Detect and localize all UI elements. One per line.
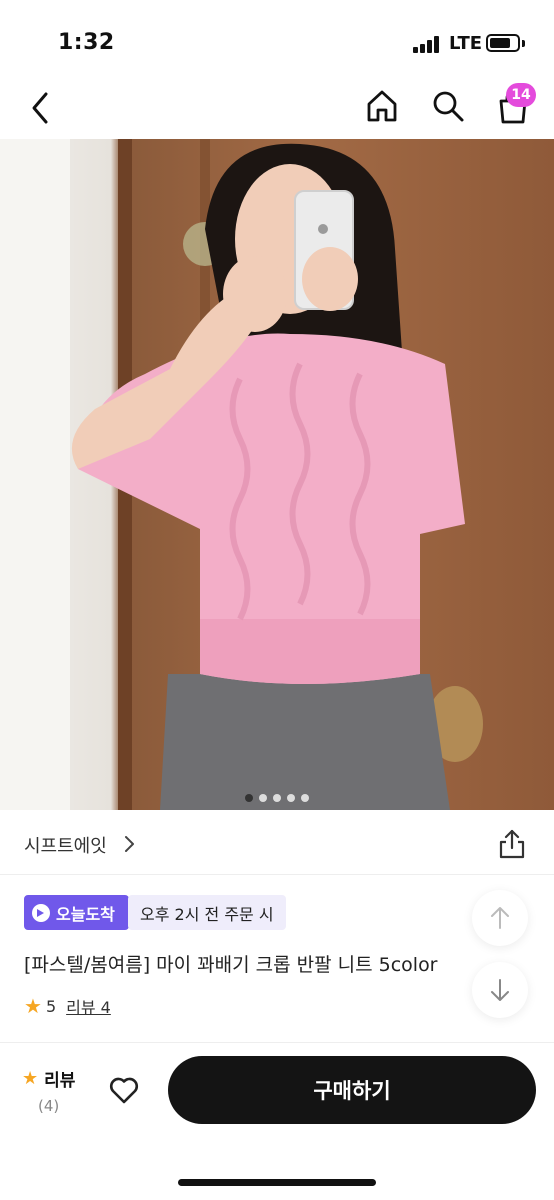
divider xyxy=(0,874,554,875)
product-title: [파스텔/봄여름] 마이 꽈배기 크롭 반팔 니트 5color xyxy=(24,954,438,976)
search-button[interactable] xyxy=(430,88,466,124)
home-icon xyxy=(367,90,397,122)
back-button[interactable] xyxy=(26,90,56,126)
buy-button[interactable]: 구매하기 xyxy=(168,1056,536,1124)
gallery-dot[interactable] xyxy=(245,794,253,802)
network-type: LTE xyxy=(449,33,483,54)
rating-score: 5 xyxy=(45,996,57,1016)
gallery-dot[interactable] xyxy=(259,794,267,802)
review-link[interactable]: 리뷰 4 xyxy=(66,994,111,1018)
gallery-dot[interactable] xyxy=(301,794,309,802)
product-image[interactable] xyxy=(0,139,554,810)
scroll-down-button[interactable] xyxy=(472,962,528,1018)
share-button[interactable] xyxy=(497,828,527,860)
chevron-left-icon xyxy=(32,92,48,124)
battery-cap xyxy=(522,40,525,47)
home-button[interactable] xyxy=(364,88,400,124)
rating-row: ★ 5 리뷰 4 xyxy=(24,994,111,1018)
gallery-dot[interactable] xyxy=(273,794,281,802)
gallery-dot[interactable] xyxy=(287,794,295,802)
order-cutoff-badge: 오후 2시 전 주문 시 xyxy=(128,895,286,930)
bottom-review-label: 리뷰 xyxy=(44,1071,76,1091)
product-photo-illustration xyxy=(0,139,554,810)
brand-link[interactable]: 시프트에잇 xyxy=(24,832,107,858)
arrow-up-icon xyxy=(491,907,509,929)
search-icon xyxy=(433,91,464,122)
home-indicator xyxy=(178,1179,376,1186)
today-delivery-label: 오늘도착 xyxy=(56,904,115,924)
divider xyxy=(0,1042,554,1043)
share-icon xyxy=(499,829,525,859)
chevron-right-icon xyxy=(125,836,134,852)
status-time: 1:32 xyxy=(58,30,115,55)
gallery-pagination[interactable] xyxy=(0,787,554,806)
today-delivery-badge: 오늘도착 xyxy=(24,895,129,930)
delivery-arrow-icon xyxy=(32,903,50,922)
wishlist-button[interactable] xyxy=(108,1074,140,1106)
arrow-down-icon xyxy=(491,979,509,1001)
star-icon: ★ xyxy=(24,994,42,1018)
signal-icon xyxy=(413,35,443,53)
bottom-review-button[interactable]: ★ 리뷰 xyxy=(22,1066,75,1091)
star-icon: ★ xyxy=(22,1068,39,1089)
bottom-review-count: (4) xyxy=(38,1097,60,1115)
heart-icon xyxy=(110,1077,138,1104)
cart-count-badge: 14 xyxy=(506,83,536,107)
scroll-up-button[interactable] xyxy=(472,890,528,946)
battery-icon xyxy=(486,34,520,52)
